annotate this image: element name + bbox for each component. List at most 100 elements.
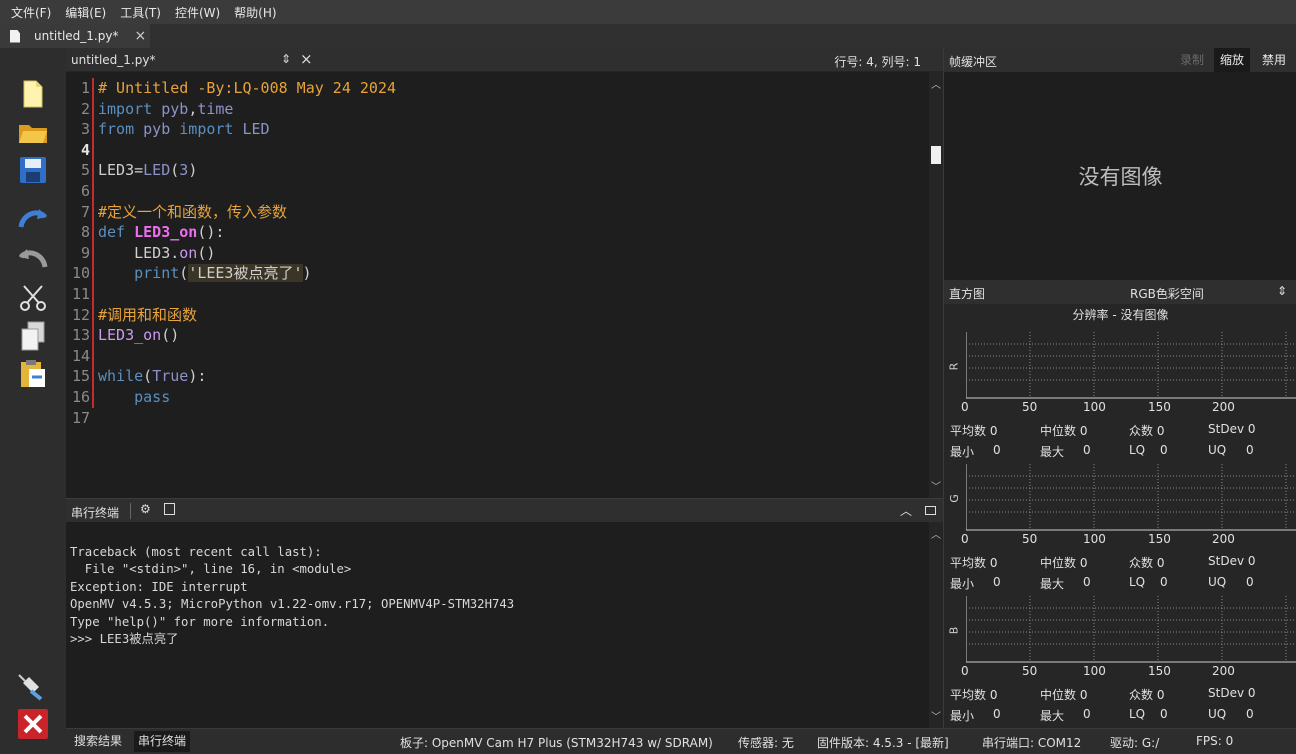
line-number-gutter: 1 2 3 4 5 6 7 8 9 10 11 12 13 14 15 16 1… bbox=[66, 78, 92, 428]
undo-button[interactable] bbox=[14, 200, 52, 236]
line-number: 15 bbox=[71, 367, 90, 386]
board-info[interactable]: 板子: OpenMV Cam H7 Plus (STM32H743 w/ SDR… bbox=[400, 734, 713, 751]
copy-button[interactable] bbox=[14, 318, 52, 354]
histogram-title: 直方图 bbox=[949, 287, 986, 301]
scroll-down-icon[interactable]: ﹀ bbox=[931, 478, 941, 493]
stat-lq: 0 bbox=[1160, 443, 1168, 457]
channel-label-b: B bbox=[947, 626, 961, 635]
serial-terminal-title: 串行终端 bbox=[71, 506, 120, 520]
tab-serial-terminal[interactable]: 串行终端 bbox=[134, 731, 191, 752]
undock-icon[interactable] bbox=[925, 506, 936, 515]
editor-scrollbar[interactable]: ︿ ﹀ bbox=[929, 72, 943, 498]
line-number: 1 bbox=[80, 79, 90, 97]
file-tab-label: untitled_1.py* bbox=[34, 29, 119, 43]
stat-median: 中位数 0 bbox=[1040, 424, 1088, 438]
stat-lq-label: LQ bbox=[1129, 575, 1146, 589]
tick-label: 0 bbox=[961, 532, 969, 546]
menu-help[interactable]: 帮助(H) bbox=[227, 4, 283, 21]
serial-terminal-output[interactable]: Traceback (most recent call last): File … bbox=[66, 522, 929, 728]
stat-mode: 众数 0 bbox=[1129, 688, 1165, 702]
serial-terminal-header: 串行终端 ⚙ ︿ bbox=[66, 498, 943, 522]
file-tab-bar: untitled_1.py* × bbox=[0, 24, 1296, 48]
disable-button[interactable]: 禁用 bbox=[1256, 48, 1292, 72]
tab-search-results[interactable]: 搜索结果 bbox=[70, 731, 126, 752]
framebuffer-title: 帧缓冲区 bbox=[949, 55, 998, 69]
stat-max: 0 bbox=[1083, 443, 1091, 457]
zoom-button[interactable]: 缩放 bbox=[1214, 48, 1251, 72]
connect-button[interactable] bbox=[14, 668, 52, 704]
code-line: LED3.on() bbox=[98, 243, 216, 262]
code-line: from pyb import LED bbox=[98, 120, 270, 139]
open-folder-icon bbox=[19, 125, 47, 143]
tick-label: 0 bbox=[961, 400, 969, 414]
sensor-info[interactable]: 传感器: 无 bbox=[738, 734, 794, 751]
stat-uq: 0 bbox=[1246, 707, 1254, 721]
histogram-header: 直方图 RGB色彩空间 ⇕ bbox=[944, 280, 1296, 304]
terminal-line: Exception: IDE interrupt bbox=[70, 579, 248, 594]
record-button[interactable]: 录制 bbox=[1174, 48, 1210, 72]
menu-tools[interactable]: 工具(T) bbox=[113, 4, 168, 21]
save-button[interactable] bbox=[14, 152, 52, 188]
terminal-settings-icon[interactable]: ⚙ bbox=[140, 502, 151, 516]
tick-label: 200 bbox=[1212, 400, 1235, 414]
collapse-icon[interactable]: ︿ bbox=[900, 502, 912, 519]
terminal-line: Traceback (most recent call last): bbox=[70, 545, 322, 559]
stat-max-label: 最大 bbox=[1040, 445, 1065, 459]
line-number: 13 bbox=[71, 326, 90, 345]
paste-button[interactable] bbox=[14, 356, 52, 392]
stop-button[interactable] bbox=[14, 706, 52, 742]
drive-info[interactable]: 驱动: G:/ bbox=[1110, 734, 1159, 751]
scrollbar-thumb[interactable] bbox=[931, 146, 941, 164]
stat-stdev: StDev 0 bbox=[1208, 554, 1256, 568]
stat-uq-label: UQ bbox=[1208, 575, 1227, 589]
terminal-scrollbar[interactable]: ︿ ﹀ bbox=[929, 522, 943, 728]
stat-stdev: StDev 0 bbox=[1208, 422, 1256, 436]
stat-lq: 0 bbox=[1160, 575, 1168, 589]
connect-icon bbox=[18, 674, 43, 701]
tick-label: 100 bbox=[1083, 400, 1106, 414]
tick-label: 50 bbox=[1022, 532, 1038, 546]
code-editor[interactable]: 1 2 3 4 5 6 7 8 9 10 11 12 13 14 15 16 1… bbox=[66, 72, 929, 498]
scroll-up-icon[interactable]: ︿ bbox=[931, 526, 941, 541]
line-number: 5 bbox=[80, 161, 90, 180]
tick-label: 200 bbox=[1212, 664, 1235, 678]
stat-uq: 0 bbox=[1246, 575, 1254, 589]
stat-min-label: 最小 bbox=[950, 445, 975, 459]
menu-edit[interactable]: 编辑(E) bbox=[58, 4, 113, 21]
histogram-g-plot bbox=[966, 464, 1296, 531]
editor-filename[interactable]: untitled_1.py* bbox=[71, 53, 155, 67]
cut-icon bbox=[20, 285, 46, 311]
firmware-info[interactable]: 固件版本: 4.5.3 - [最新] bbox=[817, 734, 949, 751]
line-number: 3 bbox=[80, 120, 90, 139]
stat-max: 0 bbox=[1083, 707, 1091, 721]
line-number-current: 4 bbox=[80, 140, 90, 159]
menu-file[interactable]: 文件(F) bbox=[4, 4, 58, 21]
scroll-down-icon[interactable]: ﹀ bbox=[931, 708, 941, 723]
scroll-up-icon[interactable]: ︿ bbox=[931, 76, 941, 91]
serial-port-info[interactable]: 串行端口: COM12 bbox=[982, 734, 1081, 751]
terminal-line: File "<stdin>", line 16, in <module> bbox=[70, 562, 352, 577]
stat-max: 0 bbox=[1083, 575, 1091, 589]
color-space-select[interactable]: RGB色彩空间 bbox=[1130, 285, 1204, 302]
save-icon bbox=[20, 157, 46, 183]
stat-median: 中位数 0 bbox=[1040, 556, 1088, 570]
code-line: #定义一个和函数，传入参数 bbox=[98, 202, 288, 221]
open-file-button[interactable] bbox=[14, 112, 52, 148]
tick-label: 100 bbox=[1083, 532, 1106, 546]
close-editor-icon[interactable]: × bbox=[300, 50, 313, 68]
terminal-save-icon[interactable] bbox=[164, 503, 175, 515]
cut-button[interactable] bbox=[14, 280, 52, 316]
redo-button[interactable] bbox=[14, 240, 52, 276]
file-switch-arrows-icon[interactable]: ⇕ bbox=[281, 52, 291, 66]
file-tab[interactable]: untitled_1.py* × bbox=[0, 24, 150, 48]
code-line: #调用和和函数 bbox=[98, 305, 198, 324]
line-number: 16 bbox=[71, 387, 90, 406]
close-tab-icon[interactable]: × bbox=[134, 28, 146, 44]
menu-widgets[interactable]: 控件(W) bbox=[168, 4, 227, 21]
code-line: while(True): bbox=[98, 367, 207, 386]
select-arrows-icon[interactable]: ⇕ bbox=[1277, 284, 1287, 298]
modified-lines-marker bbox=[92, 78, 94, 408]
new-file-button[interactable] bbox=[14, 76, 52, 112]
